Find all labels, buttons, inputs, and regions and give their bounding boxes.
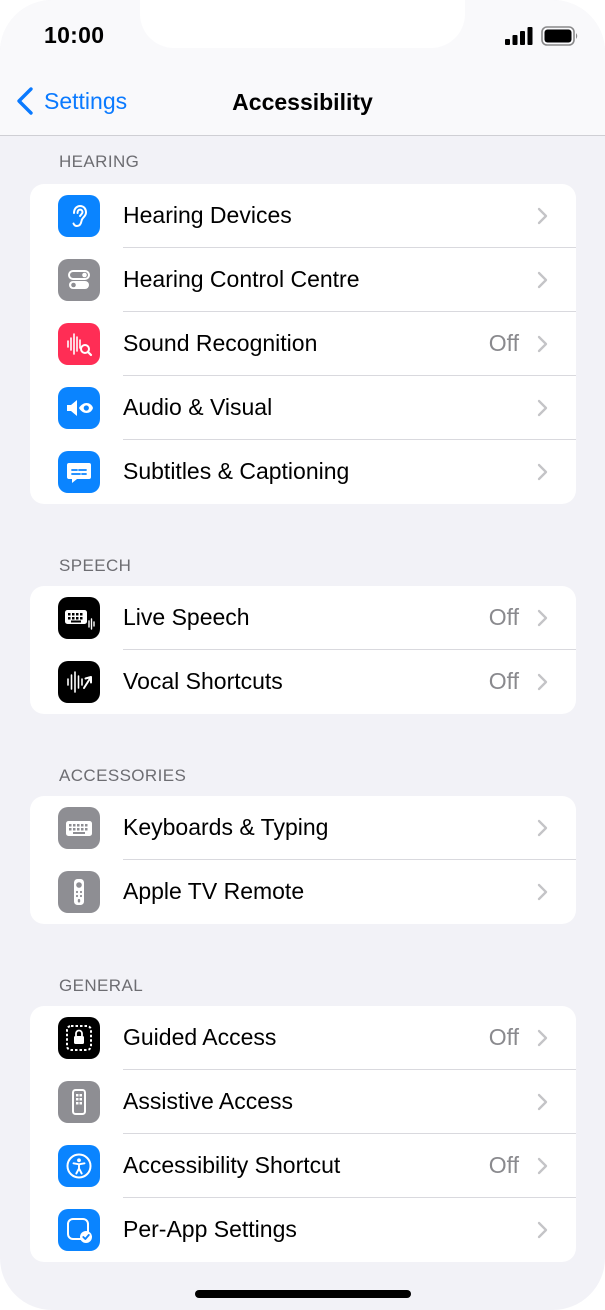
row-value: Off	[488, 1024, 519, 1050]
row-assistive-access[interactable]: Assistive Access	[30, 1070, 576, 1134]
group-hearing: Hearing Devices Hearing Control Centre S…	[30, 184, 576, 504]
row-label: Vocal Shortcuts	[123, 668, 283, 694]
row-hearing-devices[interactable]: Hearing Devices	[30, 184, 576, 248]
row-apple-tv-remote[interactable]: Apple TV Remote	[30, 860, 576, 924]
row-hearing-control-centre[interactable]: Hearing Control Centre	[30, 248, 576, 312]
group-accessories: Keyboards & Typing Apple TV Remote	[30, 796, 576, 924]
chevron-right-icon	[537, 207, 548, 225]
row-accessibility-shortcut[interactable]: Accessibility Shortcut Off	[30, 1134, 576, 1198]
row-audio-visual[interactable]: Audio & Visual	[30, 376, 576, 440]
lock-frame-icon	[58, 1017, 100, 1059]
row-label: Hearing Control Centre	[123, 266, 360, 292]
status-bar: 10:00	[0, 0, 605, 70]
row-label: Audio & Visual	[123, 394, 273, 420]
row-guided-access[interactable]: Guided Access Off	[30, 1006, 576, 1070]
row-label: Live Speech	[123, 604, 250, 630]
row-label: Hearing Devices	[123, 202, 292, 228]
row-per-app-settings[interactable]: Per-App Settings	[30, 1198, 576, 1262]
accessibility-icon	[58, 1145, 100, 1187]
chevron-right-icon	[537, 399, 548, 417]
chevron-right-icon	[537, 609, 548, 627]
app-check-icon	[58, 1209, 100, 1251]
row-label: Keyboards & Typing	[123, 814, 329, 840]
remote-icon	[58, 871, 100, 913]
chevron-right-icon	[537, 1029, 548, 1047]
keyboard-wave-icon	[58, 597, 100, 639]
speaker-eye-icon	[58, 387, 100, 429]
ear-icon	[58, 195, 100, 237]
waveform-search-icon	[58, 323, 100, 365]
phone-grid-icon	[58, 1081, 100, 1123]
row-value: Off	[488, 1152, 519, 1178]
notch	[140, 0, 465, 48]
toggles-icon	[58, 259, 100, 301]
home-indicator[interactable]	[195, 1290, 411, 1298]
page-title: Accessibility	[232, 89, 373, 115]
row-sound-recognition[interactable]: Sound Recognition Off	[30, 312, 576, 376]
section-header-accessories: ACCESSORIES	[59, 766, 187, 785]
chevron-right-icon	[537, 819, 548, 837]
navigation-bar: Settings Accessibility	[0, 70, 605, 136]
row-value: Off	[488, 330, 519, 356]
row-label: Subtitles & Captioning	[123, 458, 350, 484]
row-live-speech[interactable]: Live Speech Off	[30, 586, 576, 650]
section-header-general: GENERAL	[59, 976, 144, 995]
waveform-arrow-icon	[58, 661, 100, 703]
group-speech: Live Speech Off Vocal Shortcuts Off	[30, 586, 576, 714]
phone-screen: 10:00 Settings Accessibility HEARING Hea…	[0, 0, 605, 1310]
row-label: Sound Recognition	[123, 330, 318, 356]
keyboard-icon	[58, 807, 100, 849]
group-general: Guided Access Off Assistive Access Acces…	[30, 1006, 576, 1262]
chevron-right-icon	[537, 1093, 548, 1111]
row-label: Assistive Access	[123, 1088, 293, 1114]
row-label: Accessibility Shortcut	[123, 1152, 341, 1178]
row-value: Off	[488, 668, 519, 694]
chevron-right-icon	[537, 463, 548, 481]
row-vocal-shortcuts[interactable]: Vocal Shortcuts Off	[30, 650, 576, 714]
chevron-right-icon	[537, 883, 548, 901]
chevron-right-icon	[537, 335, 548, 353]
caption-bubble-icon	[58, 451, 100, 493]
section-header-speech: SPEECH	[59, 556, 132, 575]
row-label: Per-App Settings	[123, 1216, 297, 1242]
row-label: Guided Access	[123, 1024, 277, 1050]
chevron-right-icon	[537, 1157, 548, 1175]
row-subtitles-captioning[interactable]: Subtitles & Captioning	[30, 440, 576, 504]
row-label: Apple TV Remote	[123, 878, 305, 904]
section-header-hearing: HEARING	[59, 152, 140, 171]
chevron-right-icon	[537, 1221, 548, 1239]
cellular-signal-icon	[505, 27, 533, 45]
status-time: 10:00	[44, 22, 105, 48]
chevron-right-icon	[537, 673, 548, 691]
battery-icon	[541, 26, 578, 46]
row-value: Off	[488, 604, 519, 630]
chevron-right-icon	[537, 271, 548, 289]
row-keyboards-typing[interactable]: Keyboards & Typing	[30, 796, 576, 860]
